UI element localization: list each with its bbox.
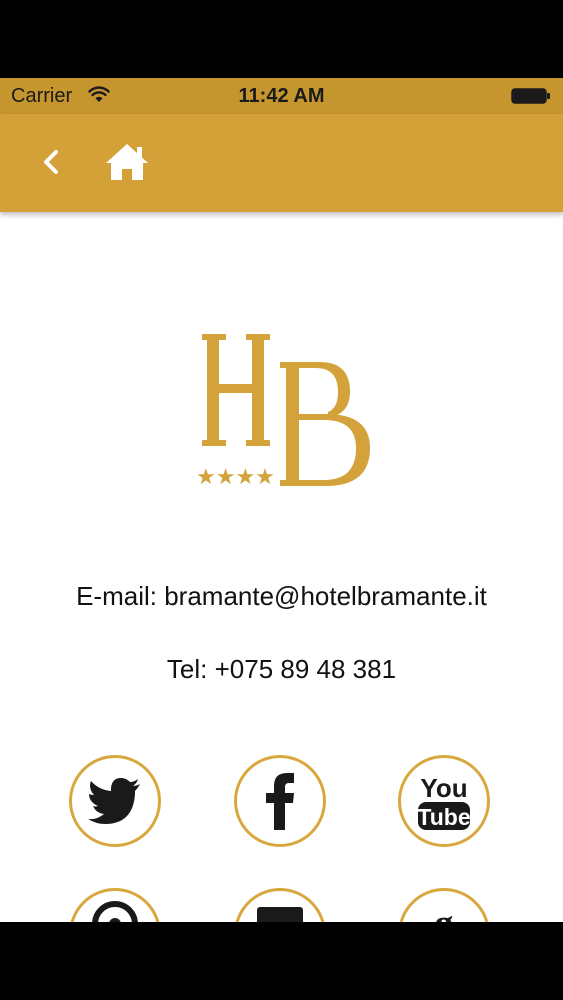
email-icon <box>257 907 303 922</box>
status-bar: Carrier 11:42 AM <box>0 78 563 114</box>
email-button[interactable] <box>234 888 326 922</box>
battery-icon <box>511 88 550 104</box>
chevron-left-icon <box>44 150 58 174</box>
clock-time: 11:42 AM <box>238 85 325 107</box>
home-button[interactable] <box>104 142 150 182</box>
email-text[interactable]: E-mail: bramante@hotelbramante.it <box>0 581 563 612</box>
app-screen: Carrier 11:42 AM ★★★★ E-mail: bramante@h… <box>0 78 563 922</box>
facebook-button[interactable] <box>234 755 326 847</box>
pinterest-icon <box>92 901 138 922</box>
youtube-icon: You Tube <box>417 773 471 830</box>
home-icon <box>106 144 148 180</box>
logo-stars: ★★★★ <box>196 465 275 490</box>
youtube-you-text: You <box>420 773 467 803</box>
twitter-icon <box>88 778 140 824</box>
navigation-bar <box>0 114 563 212</box>
phone-text[interactable]: Tel: +075 89 48 381 <box>0 654 563 685</box>
hotel-logo: ★★★★ <box>196 334 370 490</box>
facebook-icon <box>266 773 294 830</box>
google-plus-button[interactable]: g <box>398 888 490 922</box>
youtube-button[interactable]: You Tube <box>398 755 490 847</box>
youtube-tube-text: Tube <box>417 804 470 830</box>
pinterest-button[interactable] <box>69 888 161 922</box>
back-button[interactable] <box>36 144 66 180</box>
twitter-button[interactable] <box>69 755 161 847</box>
google-plus-icon: g <box>435 903 454 922</box>
svg-text:g: g <box>435 903 454 922</box>
